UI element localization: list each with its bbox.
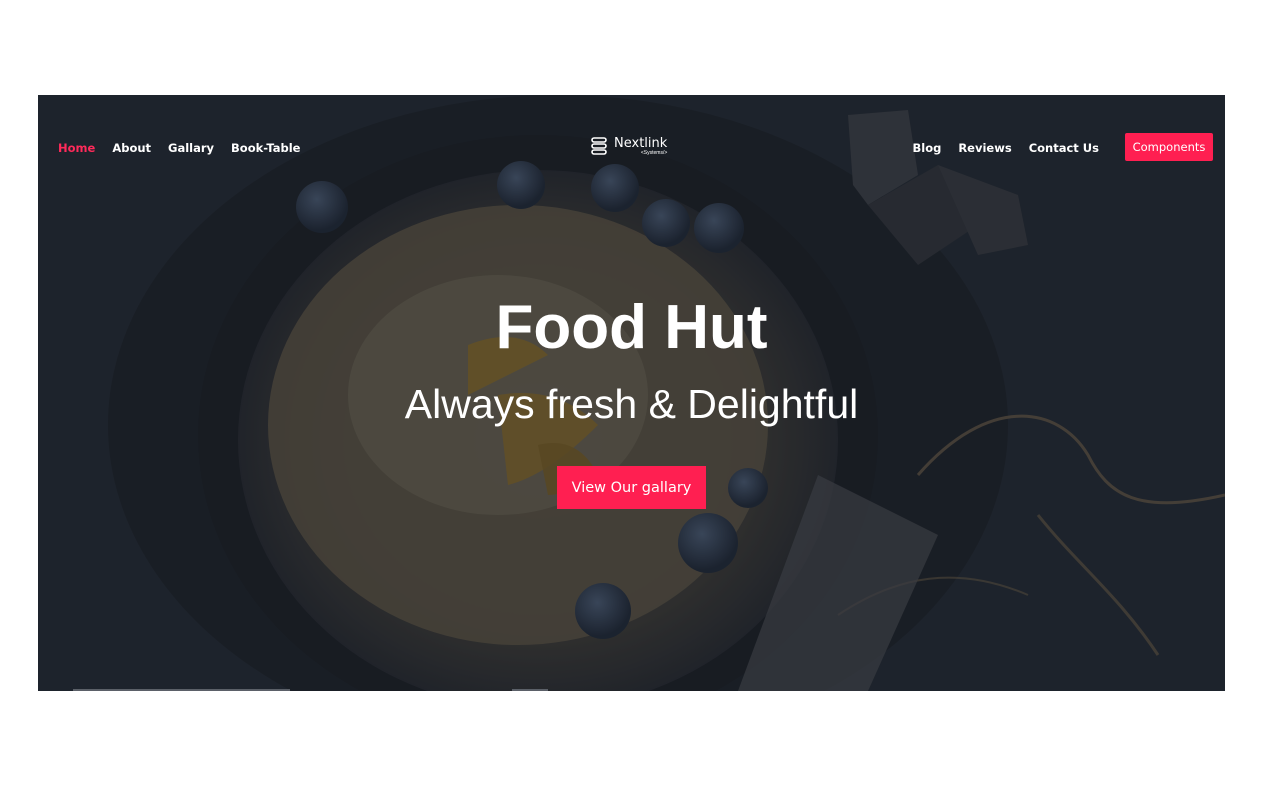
nav-link-contact-us[interactable]: Contact Us <box>1029 141 1099 155</box>
logo-text: Nextlink <Systems/> <box>614 135 668 156</box>
nav-link-gallary[interactable]: Gallary <box>168 141 214 155</box>
hero-title: Food Hut <box>495 293 768 362</box>
brand-logo[interactable]: Nextlink <Systems/> <box>591 136 667 156</box>
nav-link-reviews[interactable]: Reviews <box>958 141 1011 155</box>
hero-section: Home About Gallary Book-Table Nextlink <… <box>38 95 1225 691</box>
logo-name: Nextlink <box>614 135 668 151</box>
hero-subtitle: Always fresh & Delightful <box>404 381 859 427</box>
nav-link-blog[interactable]: Blog <box>912 141 941 155</box>
nav-link-home[interactable]: Home <box>58 141 95 155</box>
nav-right-group: Blog Reviews Contact Us <box>912 141 1099 155</box>
scroll-indicator-left <box>73 689 290 691</box>
scroll-indicator-center <box>512 689 548 691</box>
nav-link-about[interactable]: About <box>112 141 151 155</box>
nav-link-book-table[interactable]: Book-Table <box>231 141 300 155</box>
top-navigation: Home About Gallary Book-Table Nextlink <… <box>38 95 1225 200</box>
nav-left-group: Home About Gallary Book-Table <box>58 141 300 155</box>
logo-icon <box>591 137 607 155</box>
view-gallery-button[interactable]: View Our gallary <box>557 466 706 509</box>
components-button[interactable]: Components <box>1125 133 1213 161</box>
